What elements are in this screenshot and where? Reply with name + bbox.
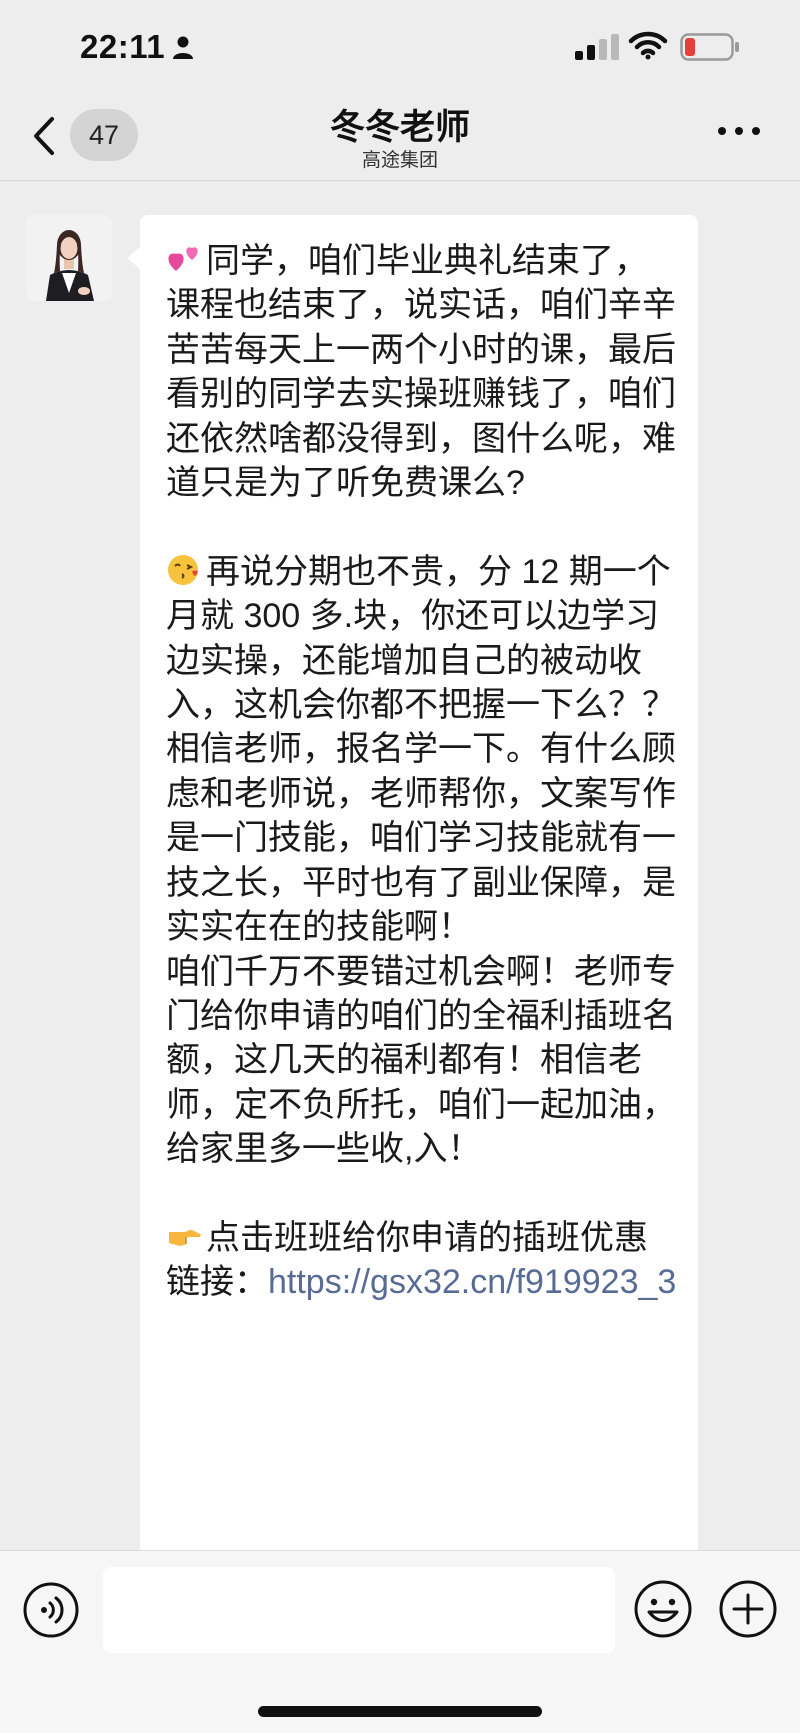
message-link[interactable]: https://gsx32.cn/f919923_3 [268,1263,676,1301]
emoji-icon[interactable] [633,1579,693,1639]
status-bar: 22:11 [0,0,800,95]
voice-icon[interactable] [22,1581,80,1639]
two-hearts-emoji [168,247,198,271]
message-bubble[interactable]: 同学，咱们毕业典礼结束了，课程也结束了，说实话，咱们辛辛苦苦每天上一两个小时的课… [140,215,698,1555]
person-icon [173,36,193,59]
plus-icon[interactable] [718,1579,778,1639]
input-bar [0,1550,800,1733]
face-blowing-kiss-emoji [168,554,198,585]
message-paragraph-1: 同学，咱们毕业典礼结束了，课程也结束了，说实话，咱们辛辛苦苦每天上一两个小时的课… [166,242,676,503]
bubble-tail [127,246,141,270]
chat-title: 冬冬老师 [329,108,470,147]
message-text: 同学，咱们毕业典礼结束了，课程也结束了，说实话，咱们辛辛苦苦每天上一两个小时的课… [166,239,678,1305]
home-indicator [258,1706,542,1717]
chat-header: 47 冬冬老师 高途集团 [0,95,800,181]
message-input[interactable] [103,1567,615,1653]
message-paragraph-2: 再说分期也不贵，分 12 期一个月就 300 多.块，你还可以边学习边实操，还能… [166,552,676,1169]
teacher-avatar[interactable] [26,215,112,301]
more-dots-icon[interactable] [716,121,762,141]
battery-low-icon [680,33,739,61]
wifi-icon [628,31,668,60]
pointing-right-emoji [169,1229,201,1246]
signal-icon [575,34,619,60]
chat-subtitle: 高途集团 [361,150,438,171]
status-time: 22:11 [80,28,166,65]
